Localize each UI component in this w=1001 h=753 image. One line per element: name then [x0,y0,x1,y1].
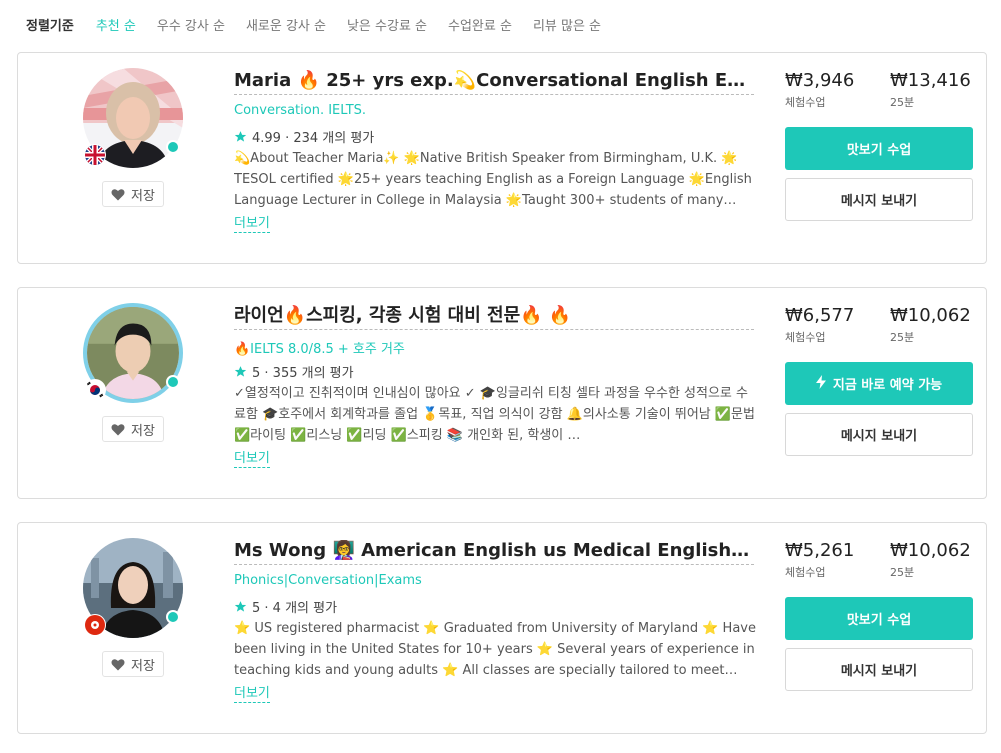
sort-bar: 정렬기준 추천 순 우수 강사 순 새로운 강사 순 낮은 수강료 순 수업완료… [26,12,622,36]
trial-price-amount: ₩5,261 [785,540,855,561]
lesson-price: ₩10,062 25분 [890,540,971,580]
trial-price-amount: ₩3,946 [785,70,855,91]
trial-price: ₩3,946 체험수업 [785,70,854,110]
tutor-rating: 4.99 · 234 개의 평가 [234,127,374,146]
tutor-description: 💫About Teacher Maria✨ 🌟Native British Sp… [234,151,752,208]
sort-option-most-reviews[interactable]: 리뷰 많은 순 [533,15,601,34]
online-status-dot [166,140,180,154]
book-now-button-label: 지금 바로 예약 가능 [832,378,943,393]
tutor-tags: Phonics|Conversation|Exams [234,573,422,588]
lightning-bolt-icon [815,374,826,393]
avatar-group [83,68,183,168]
lesson-price-amount: ₩13,416 [890,70,971,91]
send-message-button[interactable]: 메시지 보내기 [785,648,973,691]
rating-text: 5 · 4 개의 평가 [252,601,338,616]
sort-option-top-tutors[interactable]: 우수 강사 순 [157,15,225,34]
tutor-description: ⭐ US registered pharmacist ⭐ Graduated f… [234,621,756,678]
trial-lesson-button[interactable]: 맛보기 수업 [785,127,973,170]
star-icon [234,366,247,377]
save-label: 저장 [131,658,155,674]
save-button[interactable]: 저장 [102,181,164,207]
lesson-duration-label: 25분 [890,331,915,344]
sort-option-lessons-completed[interactable]: 수업완료 순 [448,15,512,34]
online-status-dot [166,375,180,389]
trial-price-amount: ₩6,577 [785,305,855,326]
save-label: 저장 [131,188,155,204]
rating-text: 4.99 · 234 개의 평가 [252,131,375,146]
tutor-rating: 5 · 355 개의 평가 [234,362,354,381]
tutor-tags: 🔥IELTS 8.0/8.5 + 호주 거주 [234,342,405,357]
heart-icon [111,188,125,200]
tutor-tags: Conversation. IELTS. [234,103,367,118]
star-icon [234,601,247,612]
lesson-price-amount: ₩10,062 [890,540,971,561]
heart-icon [111,658,125,670]
send-message-label: 메시지 보내기 [840,429,918,444]
heart-icon [111,423,125,435]
trial-lesson-button-label: 맛보기 수업 [846,613,912,628]
trial-lesson-button-label: 맛보기 수업 [846,143,912,158]
trial-price: ₩5,261 체험수업 [785,540,854,580]
send-message-button[interactable]: 메시지 보내기 [785,413,973,456]
tutor-name[interactable]: Maria 🔥 25+ yrs exp.💫Conversational Engl… [234,70,754,95]
lesson-price-amount: ₩10,062 [890,305,971,326]
trial-price-label: 체험수업 [785,566,826,579]
book-now-button[interactable]: 지금 바로 예약 가능 [785,362,973,405]
sort-option-recommended[interactable]: 추천 순 [96,15,136,34]
lesson-duration-label: 25분 [890,96,915,109]
avatar-group [83,303,183,403]
trial-lesson-button[interactable]: 맛보기 수업 [785,597,973,640]
save-label: 저장 [131,423,155,439]
send-message-label: 메시지 보내기 [840,194,918,209]
send-message-button[interactable]: 메시지 보내기 [785,178,973,221]
tutor-card[interactable]: 저장 Maria 🔥 25+ yrs exp.💫Conversational E… [17,52,987,264]
tutor-card[interactable]: 저장 Ms Wong 👩‍🏫 American English us Medic… [17,522,987,734]
read-more-link[interactable]: 더보기 [234,451,270,468]
lesson-duration-label: 25분 [890,566,915,579]
tutor-card[interactable]: 저장 라이언🔥스피킹, 각종 시험 대비 전문🔥 🔥 🔥IELTS 8.0/8.… [17,287,987,499]
korea-flag-icon [84,379,106,401]
read-more-link[interactable]: 더보기 [234,216,270,233]
hong-kong-flag-icon [84,614,106,636]
trial-price-label: 체험수업 [785,331,826,344]
tutor-name[interactable]: 라이언🔥스피킹, 각종 시험 대비 전문🔥 🔥 [234,305,754,330]
sort-option-new-tutors[interactable]: 새로운 강사 순 [246,15,326,34]
trial-price: ₩6,577 체험수업 [785,305,854,345]
sort-option-low-price[interactable]: 낮은 수강료 순 [347,15,427,34]
tutor-rating: 5 · 4 개의 평가 [234,597,337,616]
rating-text: 5 · 355 개의 평가 [252,366,354,381]
save-button[interactable]: 저장 [102,416,164,442]
tutor-name[interactable]: Ms Wong 👩‍🏫 American English us Medical … [234,540,754,565]
save-button[interactable]: 저장 [102,651,164,677]
tutor-description: ✓열정적이고 진취적이며 인내심이 많아요 ✓ 🎓잉글리쉬 티칭 셀타 과정을 … [234,386,755,443]
read-more-link[interactable]: 더보기 [234,686,270,703]
online-status-dot [166,610,180,624]
send-message-label: 메시지 보내기 [840,664,918,679]
lesson-price: ₩13,416 25분 [890,70,971,110]
uk-flag-icon [84,144,106,166]
star-icon [234,131,247,142]
lesson-price: ₩10,062 25분 [890,305,971,345]
avatar-group [83,538,183,638]
sort-label: 정렬기준 [26,18,74,34]
trial-price-label: 체험수업 [785,96,826,109]
